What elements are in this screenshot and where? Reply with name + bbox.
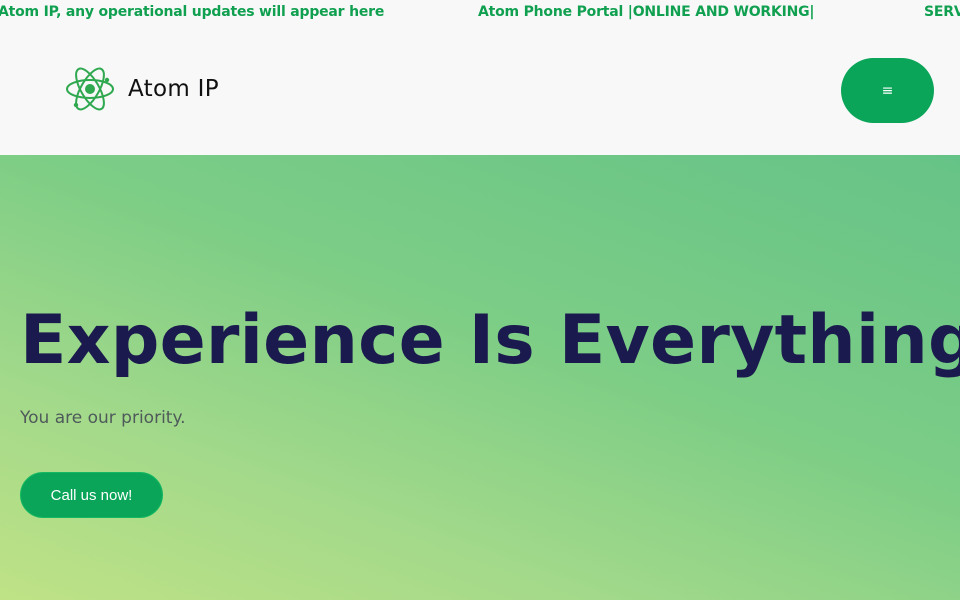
brand-home-link[interactable]: Atom IP — [64, 64, 219, 114]
site-header: Atom IP ≡ — [0, 28, 960, 155]
ticker-item: Atom Phone Portal |ONLINE AND WORKING| — [478, 4, 815, 20]
announcement-ticker: Atom IP, any operational updates will ap… — [0, 0, 960, 28]
atom-icon — [66, 67, 114, 111]
ticker-item: SERV — [924, 4, 960, 20]
hero-title: Experience Is Everything. — [20, 301, 960, 380]
call-us-button[interactable]: Call us now! — [20, 472, 163, 518]
hero-subtitle: You are our priority. — [20, 408, 186, 428]
hero-section: Experience Is Everything. You are our pr… — [0, 155, 960, 600]
brand-name: Atom IP — [128, 76, 219, 102]
ticker-item: Atom IP, any operational updates will ap… — [0, 4, 385, 20]
hamburger-menu-icon: ≡ — [881, 82, 894, 99]
menu-button[interactable]: ≡ — [841, 58, 934, 123]
